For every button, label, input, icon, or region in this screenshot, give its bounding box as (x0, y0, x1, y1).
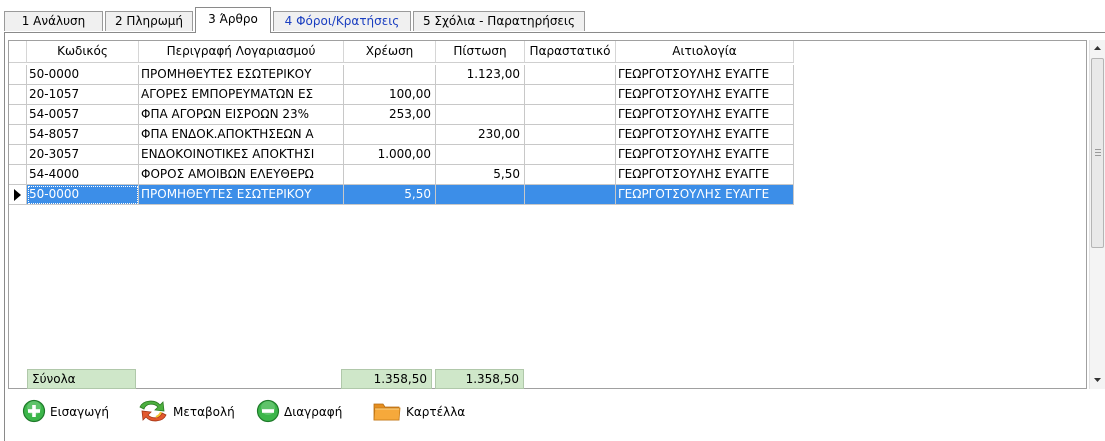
cell-credit[interactable]: 1.123,00 (436, 65, 525, 85)
row-indicator[interactable] (9, 65, 27, 85)
insert-button[interactable]: Εισαγωγή (22, 396, 109, 428)
insert-label: Εισαγωγή (50, 405, 110, 419)
cell-justification[interactable]: ΓΕΩΡΓΟΤΣΟΥΛΗΣ ΕΥΑΓΓΕ (616, 65, 794, 85)
cell-debit[interactable]: 100,00 (344, 85, 436, 105)
row-indicator[interactable] (9, 145, 27, 165)
cell-description[interactable]: ΑΓΟΡΕΣ ΕΜΠΟΡΕΥΜΑΤΩΝ ΕΣ (139, 85, 344, 105)
cell-justification[interactable]: ΓΕΩΡΓΟΤΣΟΥΛΗΣ ΕΥΑΓΓΕ (616, 85, 794, 105)
cell-description[interactable]: ΦΠΑ ΑΓΟΡΩΝ ΕΙΣΡΟΩΝ 23% (139, 105, 344, 125)
totals-debit: 1.358,50 (341, 369, 432, 389)
cell-description[interactable]: ΠΡΟΜΗΘΕΥΤΕΣ ΕΣΩΤΕΡΙΚΟΥ (139, 185, 344, 205)
cell-justification[interactable]: ΓΕΩΡΓΟΤΣΟΥΛΗΣ ΕΥΑΓΓΕ (616, 165, 794, 185)
cell-debit[interactable] (344, 65, 436, 85)
cell-description[interactable]: ΦΟΡΟΣ ΑΜΟΙΒΩΝ ΕΛΕΥΘΕΡΩ (139, 165, 344, 185)
cell-credit[interactable]: 5,50 (436, 165, 525, 185)
cell-document[interactable] (525, 185, 616, 205)
cell-debit[interactable]: 253,00 (344, 105, 436, 125)
delete-label: Διαγραφή (284, 405, 343, 419)
cell-code[interactable]: 20-1057 (27, 85, 139, 105)
edit-label: Μεταβολή (173, 405, 235, 419)
totals-label: Σύνολα (27, 369, 136, 389)
vertical-scrollbar[interactable] (1089, 40, 1105, 389)
cell-credit[interactable] (436, 105, 525, 125)
cell-code[interactable]: 50-0000 (27, 65, 139, 85)
header-debit[interactable]: Χρέωση (344, 41, 436, 63)
cell-credit[interactable] (436, 185, 525, 205)
current-row-arrow-icon (14, 189, 21, 201)
cell-credit[interactable] (436, 145, 525, 165)
tab-bar: 1 Ανάλυση 2 Πληρωμή 3 Άρθρο 4 Φόροι/Κρατ… (0, 0, 1105, 33)
journal-entries-grid[interactable]: Κωδικός Περιγραφή Λογαριασμού Χρέωση Πίσ… (8, 40, 1087, 389)
row-indicator[interactable] (9, 85, 27, 105)
cell-justification[interactable]: ΓΕΩΡΓΟΤΣΟΥΛΗΣ ΕΥΑΓΓΕ (616, 185, 794, 205)
scroll-down-arrow-icon[interactable] (1090, 372, 1105, 388)
cell-credit[interactable]: 230,00 (436, 125, 525, 145)
cell-description[interactable]: ΕΝΔΟΚΟΙΝΟΤΙΚΕΣ ΑΠΟΚΤΗΣΙ (139, 145, 344, 165)
cell-code[interactable]: 54-8057 (27, 125, 139, 145)
cell-description[interactable]: ΠΡΟΜΗΘΕΥΤΕΣ ΕΣΩΤΕΡΙΚΟΥ (139, 65, 344, 85)
cell-justification[interactable]: ΓΕΩΡΓΟΤΣΟΥΛΗΣ ΕΥΑΓΓΕ (616, 145, 794, 165)
minus-circle-icon (256, 399, 280, 426)
row-indicator[interactable] (9, 105, 27, 125)
scrollbar-thumb[interactable] (1091, 58, 1104, 248)
row-indicator[interactable] (9, 185, 27, 205)
edit-button[interactable]: Μεταβολή (137, 396, 235, 428)
cell-document[interactable] (525, 165, 616, 185)
cell-document[interactable] (525, 85, 616, 105)
tab-payment[interactable]: 2 Πληρωμή (105, 11, 193, 31)
totals-credit: 1.358,50 (435, 369, 524, 389)
cell-code[interactable]: 50-0000 (27, 185, 139, 205)
cell-credit[interactable] (436, 85, 525, 105)
tab-comments-notes[interactable]: 5 Σχόλια - Παρατηρήσεις (413, 11, 585, 31)
header-description[interactable]: Περιγραφή Λογαριασμού (139, 41, 344, 63)
cell-document[interactable] (525, 65, 616, 85)
cell-document[interactable] (525, 145, 616, 165)
row-indicator[interactable] (9, 125, 27, 145)
cell-debit[interactable] (344, 125, 436, 145)
cell-code[interactable]: 54-0057 (27, 105, 139, 125)
card-button[interactable]: Καρτέλλα (372, 396, 465, 428)
header-document[interactable]: Παραστατικό (525, 41, 616, 63)
scroll-up-arrow-icon[interactable] (1090, 40, 1105, 56)
cell-debit[interactable]: 1.000,00 (344, 145, 436, 165)
row-indicator[interactable] (9, 165, 27, 185)
cell-code[interactable]: 20-3057 (27, 145, 139, 165)
plus-circle-icon (22, 399, 46, 426)
header-justification[interactable]: Αιτιολογία (616, 41, 794, 63)
cell-document[interactable] (525, 105, 616, 125)
tab-article[interactable]: 3 Άρθρο (195, 7, 271, 33)
folder-icon (372, 399, 402, 426)
tab-analysis[interactable]: 1 Ανάλυση (4, 11, 103, 31)
delete-button[interactable]: Διαγραφή (256, 396, 342, 428)
cell-document[interactable] (525, 125, 616, 145)
header-indicator (9, 41, 27, 63)
cell-justification[interactable]: ΓΕΩΡΓΟΤΣΟΥΛΗΣ ΕΥΑΓΓΕ (616, 125, 794, 145)
cell-justification[interactable]: ΓΕΩΡΓΟΤΣΟΥΛΗΣ ΕΥΑΓΓΕ (616, 105, 794, 125)
header-code[interactable]: Κωδικός (27, 41, 139, 63)
cell-debit[interactable] (344, 165, 436, 185)
cell-code[interactable]: 54-4000 (27, 165, 139, 185)
totals-row: Σύνολα 1.358,50 1.358,50 (9, 369, 539, 389)
card-label: Καρτέλλα (406, 405, 466, 419)
tab-taxes-withholdings[interactable]: 4 Φόροι/Κρατήσεις (273, 11, 411, 31)
header-credit[interactable]: Πίστωση (436, 41, 525, 63)
cell-description[interactable]: ΦΠΑ ΕΝΔΟΚ.ΑΠΟΚΤΗΣΕΩΝ Α (139, 125, 344, 145)
cell-debit[interactable]: 5,50 (344, 185, 436, 205)
refresh-arrows-icon (137, 398, 169, 427)
